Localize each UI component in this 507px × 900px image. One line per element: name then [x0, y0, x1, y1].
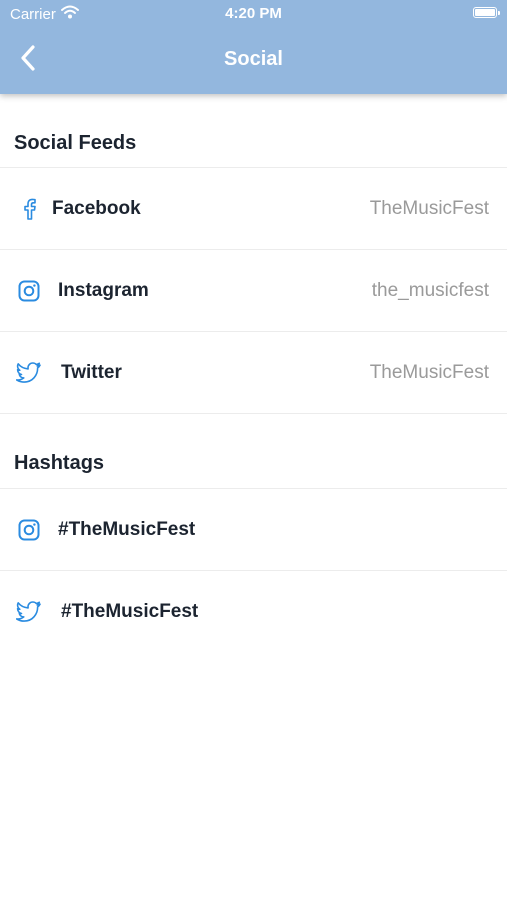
header: Carrier 4:20 PM Social	[0, 0, 507, 94]
battery-icon	[473, 7, 500, 18]
instagram-icon	[14, 276, 44, 306]
hashtag-label: #TheMusicFest	[58, 518, 196, 540]
social-feed-row-instagram[interactable]: Instagram the_musicfest	[0, 250, 507, 332]
social-feed-handle: the_musicfest	[371, 279, 489, 301]
social-feed-label: Twitter	[61, 361, 122, 383]
hashtag-row-twitter[interactable]: #TheMusicFest	[0, 571, 507, 653]
instagram-icon	[14, 515, 44, 545]
twitter-icon	[14, 358, 44, 388]
twitter-icon	[14, 597, 44, 627]
social-feed-row-facebook[interactable]: Facebook TheMusicFest	[0, 168, 507, 250]
section-title-hashtags: Hashtags	[0, 414, 507, 489]
nav-bar: Social	[0, 28, 507, 94]
facebook-icon	[14, 194, 44, 224]
social-content: Social Feeds Facebook TheMusicFest Insta…	[0, 94, 507, 653]
social-feed-label: Instagram	[58, 279, 149, 301]
hashtag-row-instagram[interactable]: #TheMusicFest	[0, 489, 507, 571]
social-feed-handle: TheMusicFest	[369, 361, 489, 383]
section-title-social-feeds: Social Feeds	[0, 94, 507, 168]
hashtag-label: #TheMusicFest	[61, 601, 199, 622]
page-title: Social	[224, 48, 283, 70]
social-feed-label: Facebook	[52, 197, 141, 219]
status-bar: Carrier 4:20 PM	[0, 0, 507, 28]
social-feed-row-twitter[interactable]: Twitter TheMusicFest	[0, 332, 507, 414]
social-feed-handle: TheMusicFest	[369, 197, 489, 219]
status-time: 4:20 PM	[225, 5, 282, 22]
